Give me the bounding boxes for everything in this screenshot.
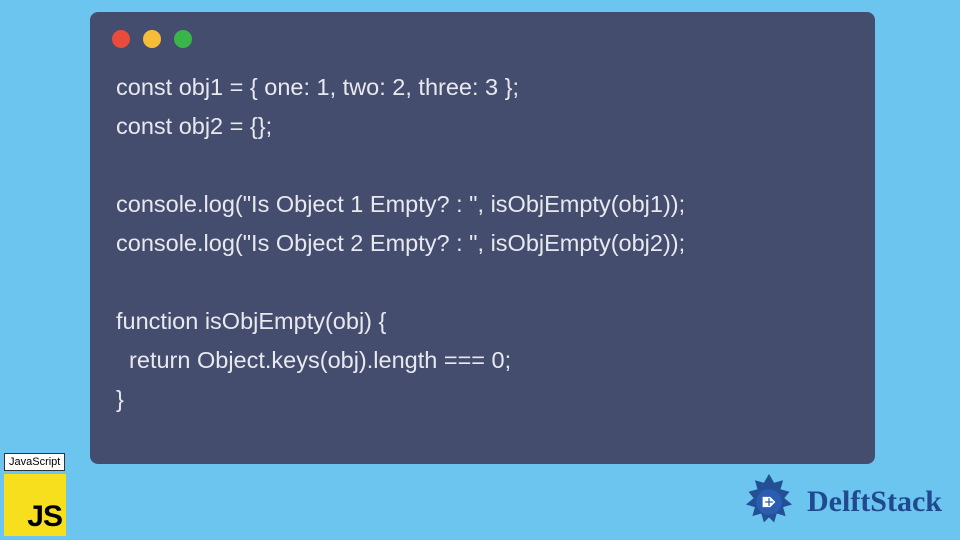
traffic-lights [90,30,875,48]
code-window: const obj1 = { one: 1, two: 2, three: 3 … [90,12,875,464]
javascript-badge: JavaScript JS [4,452,86,536]
code-block: const obj1 = { one: 1, two: 2, three: 3 … [90,68,875,419]
delftstack-name: DelftStack [807,485,942,519]
delftstack-brand: DelftStack [737,470,942,534]
window-maximize-dot [174,30,192,48]
javascript-logo-icon: JS [4,474,66,536]
delftstack-logo-icon [737,470,801,534]
window-minimize-dot [143,30,161,48]
javascript-label: JavaScript [4,453,65,471]
javascript-logo-text: JS [27,502,62,532]
window-close-dot [112,30,130,48]
